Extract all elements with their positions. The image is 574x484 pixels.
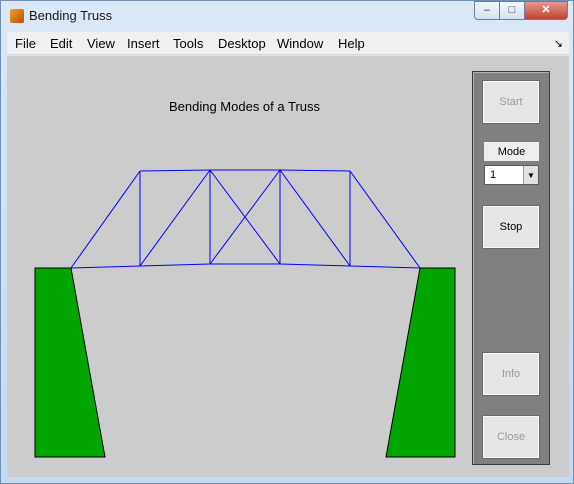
chevron-down-icon[interactable]: ▼: [523, 166, 538, 184]
menu-window[interactable]: Window: [277, 36, 323, 51]
right-support: [385, 267, 456, 458]
dock-arrow-icon[interactable]: ↘: [554, 37, 563, 50]
maximize-button[interactable]: □: [499, 1, 525, 20]
matlab-icon: [10, 9, 24, 23]
truss-top-chord: [139, 169, 351, 172]
truss: [70, 169, 421, 269]
menu-view[interactable]: View: [87, 36, 115, 51]
menu-bar: File Edit View Insert Tools Desktop Wind…: [7, 32, 569, 55]
truss-member: [349, 170, 421, 269]
mode-label: Mode: [484, 142, 539, 161]
figure-window: Bending Truss – □ ✕ File Edit View Inser…: [0, 0, 574, 484]
truss-bottom-chord: [70, 263, 421, 269]
menu-help[interactable]: Help: [338, 36, 365, 51]
menu-desktop[interactable]: Desktop: [218, 36, 266, 51]
start-button[interactable]: Start: [482, 80, 540, 124]
truss-member: [279, 169, 351, 267]
stop-button[interactable]: Stop: [482, 205, 540, 249]
menu-tools[interactable]: Tools: [173, 36, 203, 51]
figure-canvas: Bending Modes of a Truss Start Mode 1 ▼ …: [7, 56, 569, 477]
truss-member: [70, 170, 141, 269]
mode-select[interactable]: 1 ▼: [484, 165, 539, 185]
menu-edit[interactable]: Edit: [50, 36, 72, 51]
info-button[interactable]: Info: [482, 352, 540, 396]
left-support: [34, 267, 106, 458]
mode-select-value: 1: [490, 169, 497, 181]
window-buttons: – □ ✕: [474, 1, 568, 20]
menu-file[interactable]: File: [15, 36, 36, 51]
title-bar[interactable]: Bending Truss – □ ✕: [1, 1, 573, 31]
minimize-button[interactable]: –: [474, 1, 500, 20]
menu-insert[interactable]: Insert: [127, 36, 160, 51]
plot-title: Bending Modes of a Truss: [168, 99, 321, 114]
close-window-button[interactable]: ✕: [524, 1, 568, 20]
close-button[interactable]: Close: [482, 415, 540, 459]
window-title: Bending Truss: [29, 8, 113, 23]
truss-member: [139, 169, 211, 267]
control-panel: Start Mode 1 ▼ Stop Info Close: [472, 71, 550, 465]
